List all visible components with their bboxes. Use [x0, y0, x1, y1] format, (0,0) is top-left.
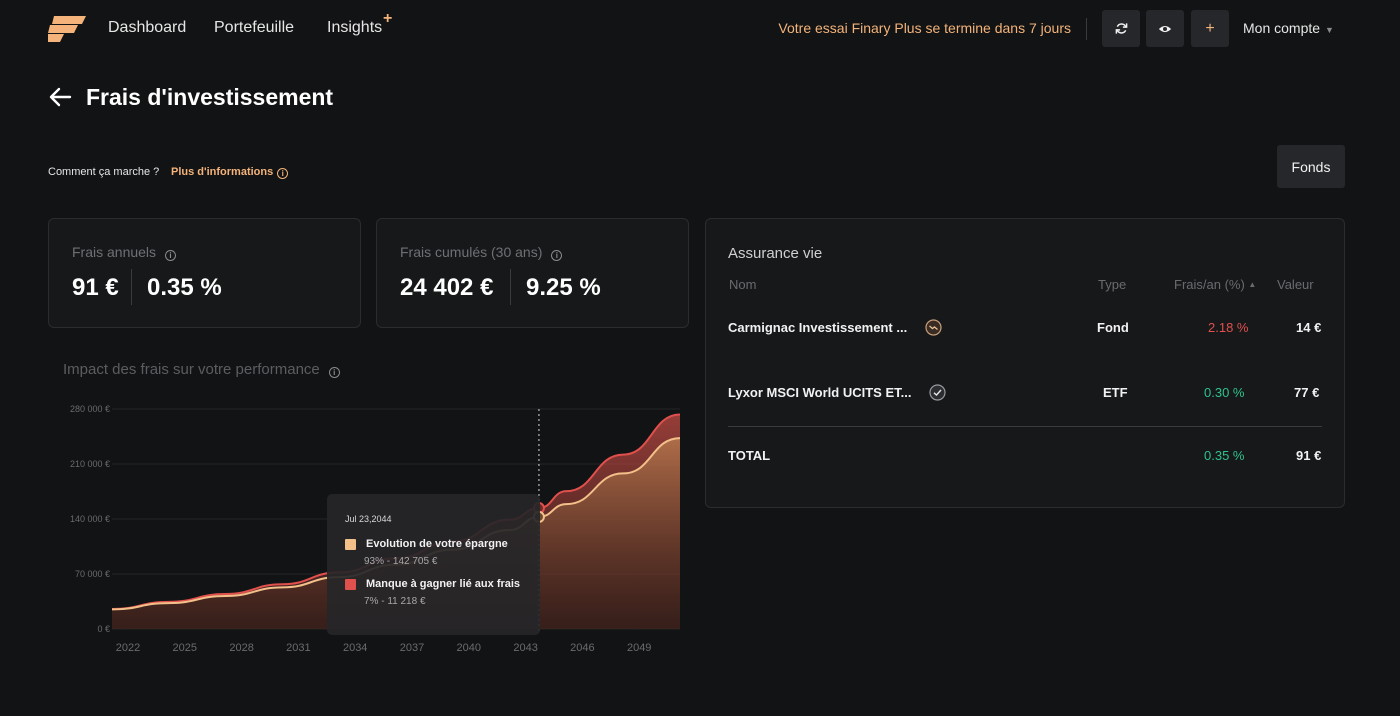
nav-portefeuille[interactable]: Portefeuille — [214, 19, 294, 37]
more-info-label: Plus d'informations — [171, 166, 274, 178]
col-header-fees[interactable]: Frais/an (%) ▲ — [1174, 277, 1256, 292]
total-label: TOTAL — [728, 448, 771, 463]
x-tick-label: 2034 — [343, 642, 367, 654]
trial-banner-link[interactable]: Votre essai Finary Plus se termine dans … — [778, 20, 1071, 36]
x-tick-label: 2037 — [400, 642, 424, 654]
back-arrow-icon[interactable] — [48, 86, 72, 108]
account-menu[interactable]: Mon compte ▼ — [1243, 20, 1334, 36]
nav-insights[interactable]: Insights — [327, 19, 382, 37]
chart-title: Impact des frais sur votre performance i — [63, 361, 340, 378]
x-tick-label: 2028 — [229, 642, 253, 654]
x-tick-label: 2022 — [116, 642, 140, 654]
y-tick-label: 0 € — [97, 624, 110, 634]
x-tick-label: 2046 — [570, 642, 594, 654]
info-icon[interactable]: i — [328, 367, 340, 378]
table-divider — [728, 426, 1322, 427]
x-tick-label: 2043 — [513, 642, 537, 654]
finary-logo-icon[interactable] — [48, 14, 88, 44]
cumulative-fees-value: 24 402 € — [400, 274, 494, 301]
info-icon[interactable]: i — [165, 250, 177, 261]
annual-fees-value: 91 € — [72, 274, 119, 301]
row-value: 77 € — [1294, 385, 1320, 400]
row-name: Carmignac Investissement ... — [728, 320, 908, 335]
row-type: Fond — [1097, 320, 1129, 335]
trend-down-icon — [925, 319, 942, 336]
tooltip-date: Jul 23,2044 — [345, 514, 392, 524]
sort-asc-icon: ▲ — [1248, 280, 1257, 289]
chart-title-text: Impact des frais sur votre performance — [63, 361, 320, 378]
x-tick-label: 2025 — [173, 642, 197, 654]
tooltip-savings-value: 93% - 142 705 € — [364, 556, 438, 567]
info-icon: i — [277, 168, 289, 179]
y-tick-label: 70 000 € — [75, 569, 110, 579]
x-tick-label: 2049 — [627, 642, 651, 654]
tooltip-fees-label: Manque à gagner lié aux frais — [366, 578, 521, 590]
cumulative-fees-card: Frais cumulés (30 ans) i 24 402 € 9.25 % — [376, 218, 689, 328]
refresh-icon — [1115, 23, 1127, 34]
total-value: 91 € — [1296, 448, 1322, 463]
savings-legend-swatch — [345, 539, 356, 550]
add-button[interactable]: + — [1191, 10, 1229, 47]
annual-fees-label: Frais annuels i — [72, 244, 177, 261]
x-tick-label: 2031 — [286, 642, 310, 654]
x-tick-label: 2040 — [457, 642, 481, 654]
y-tick-label: 140 000 € — [70, 514, 110, 524]
fees-legend-swatch — [345, 579, 356, 590]
nav-divider — [1086, 18, 1087, 40]
cumulative-fees-label: Frais cumulés (30 ans) i — [400, 244, 563, 261]
life-insurance-card: Assurance vie Nom Type Frais/an (%) ▲ Va… — [705, 218, 1345, 508]
check-circle-icon — [929, 384, 946, 401]
chevron-down-icon: ▼ — [1325, 25, 1334, 35]
annual-fees-percent: 0.35 % — [147, 274, 222, 301]
col-header-name[interactable]: Nom — [729, 277, 756, 292]
tooltip-fees-value: 7% - 11 218 € — [364, 596, 426, 607]
fonds-button[interactable]: Fonds — [1277, 145, 1345, 188]
card-divider — [131, 269, 132, 305]
table-title: Assurance vie — [728, 245, 823, 262]
col-header-type[interactable]: Type — [1098, 277, 1126, 292]
insights-plus-badge: + — [383, 10, 393, 27]
page-title: Frais d'investissement — [86, 84, 334, 110]
col-header-value[interactable]: Valeur — [1277, 277, 1314, 292]
info-icon[interactable]: i — [551, 250, 563, 261]
row-name: Lyxor MSCI World UCITS ET... — [728, 385, 912, 400]
row-value: 14 € — [1296, 320, 1322, 335]
annual-fees-card: Frais annuels i 91 € 0.35 % — [48, 218, 361, 328]
row-type: ETF — [1103, 385, 1128, 400]
y-tick-label: 280 000 € — [70, 404, 110, 414]
plus-icon: + — [1205, 19, 1215, 37]
refresh-button[interactable] — [1102, 10, 1140, 47]
col-header-fees-label: Frais/an (%) — [1174, 277, 1245, 292]
row-fees: 2.18 % — [1208, 320, 1249, 335]
visibility-button[interactable] — [1146, 10, 1184, 47]
chart-tooltip: Jul 23,2044 Evolution de votre épargne 9… — [327, 494, 540, 635]
account-label: Mon compte — [1243, 20, 1321, 36]
tooltip-savings-label: Evolution de votre épargne — [366, 538, 508, 550]
eye-icon — [1158, 25, 1172, 32]
cumulative-fees-percent: 9.25 % — [526, 274, 601, 301]
more-info-link[interactable]: Plus d'informations i — [171, 166, 289, 179]
y-tick-label: 210 000 € — [70, 459, 110, 469]
cumulative-fees-label-text: Frais cumulés (30 ans) — [400, 244, 543, 260]
card-divider — [510, 269, 511, 305]
top-nav: Dashboard Portefeuille Insights + Votre … — [0, 0, 1400, 58]
how-it-works-label: Comment ça marche ? — [48, 166, 160, 178]
nav-dashboard[interactable]: Dashboard — [108, 19, 186, 37]
row-fees: 0.30 % — [1204, 385, 1245, 400]
total-fees: 0.35 % — [1204, 448, 1245, 463]
annual-fees-label-text: Frais annuels — [72, 244, 157, 260]
